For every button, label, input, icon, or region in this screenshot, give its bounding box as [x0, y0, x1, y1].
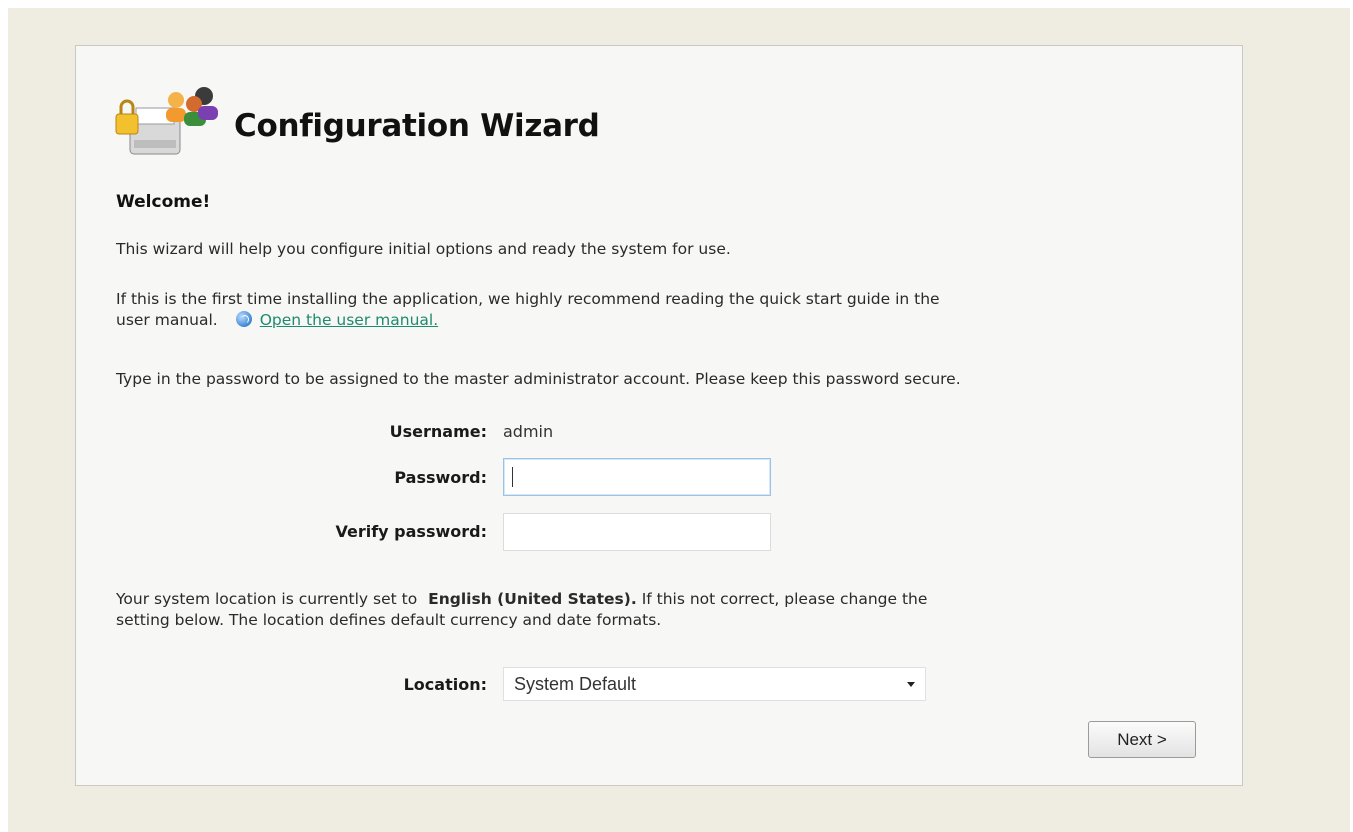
page-title: Configuration Wizard: [234, 108, 600, 144]
manual-text-line1: If this is the first time installing the…: [116, 290, 940, 308]
wizard-panel: Configuration Wizard Welcome! This wizar…: [75, 45, 1243, 786]
location-text-prefix: Your system location is currently set to: [116, 590, 418, 608]
location-current: English (United States).: [428, 590, 637, 608]
admin-users-printer-lock-icon: [114, 86, 218, 166]
location-label: Location:: [403, 675, 487, 694]
manual-text-line2-row: user manual. Open the user manual.: [116, 310, 438, 330]
help-icon: [235, 311, 252, 327]
location-selected-value: System Default: [514, 673, 637, 694]
location-text-line1: Your system location is currently set to…: [116, 589, 927, 609]
chevron-down-icon: [907, 682, 915, 687]
manual-text-line2: user manual.: [116, 311, 218, 329]
wizard-header: Configuration Wizard: [114, 86, 600, 166]
password-field[interactable]: [503, 458, 771, 496]
password-field-wrapper: [503, 458, 771, 496]
text-caret: [512, 467, 513, 487]
verify-password-field[interactable]: [503, 513, 771, 551]
open-user-manual-link[interactable]: Open the user manual.: [260, 311, 438, 329]
username-value: admin: [503, 422, 554, 441]
welcome-heading: Welcome!: [116, 192, 211, 212]
location-text-suffix: If this not correct, please change the: [641, 590, 928, 608]
password-instruction: Type in the password to be assigned to t…: [116, 370, 961, 388]
next-button[interactable]: Next >: [1088, 721, 1196, 758]
location-text-line2: setting below. The location defines defa…: [116, 611, 662, 629]
username-label: Username:: [389, 422, 487, 441]
password-label: Password:: [394, 468, 487, 487]
location-select[interactable]: System Default: [503, 667, 926, 701]
verify-password-label: Verify password:: [335, 522, 487, 541]
intro-text: This wizard will help you configure init…: [116, 240, 731, 258]
